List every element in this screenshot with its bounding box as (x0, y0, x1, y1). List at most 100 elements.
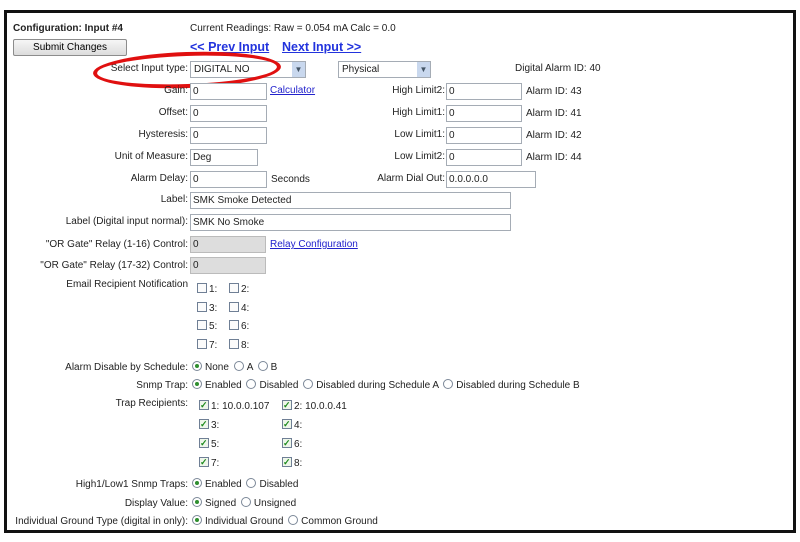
alarm-id-43: Alarm ID: 43 (526, 86, 582, 97)
source-select[interactable]: Physical ▼ (338, 61, 431, 78)
email-checkbox-5[interactable]: 5: (197, 320, 217, 334)
checkbox[interactable] (197, 320, 207, 330)
or-gate-1-16-input[interactable]: 0 (190, 236, 266, 253)
radio-disabled-schedule-b[interactable] (443, 379, 454, 389)
trap-checkbox-2[interactable]: 2: 10.0.0.41 (282, 398, 347, 414)
radio-label: Disabled (259, 380, 299, 391)
email-checkbox-6[interactable]: 6: (229, 320, 249, 334)
checkbox[interactable] (229, 302, 239, 312)
trap-checkbox-8[interactable]: 8: (282, 455, 303, 471)
radio-unsigned[interactable] (240, 497, 251, 507)
checkbox[interactable] (282, 436, 292, 450)
display-value-label: Display Value: (124, 498, 188, 509)
low-limit1-input[interactable]: 0 (446, 127, 522, 144)
email-checkbox-8[interactable]: 8: (229, 339, 249, 353)
radio-signed[interactable] (192, 497, 202, 507)
gain-label: Gain: (164, 85, 188, 96)
alarm-delay-input[interactable]: 0 (190, 171, 267, 188)
page-title: Configuration: Input #4 (13, 23, 123, 34)
input-type-select[interactable]: DIGITAL NO ▼ (190, 61, 306, 78)
next-input-link[interactable]: Next Input >> (282, 40, 361, 54)
radio-label: None (205, 362, 229, 373)
checkbox-label: 1: 10.0.0.107 (211, 401, 270, 412)
checkbox[interactable] (199, 417, 209, 431)
prev-input-link[interactable]: << Prev Input (190, 40, 269, 54)
checkbox[interactable] (199, 436, 209, 450)
trap-recipients-label: Trap Recipients: (115, 398, 188, 409)
trap-checkbox-5[interactable]: 5: (199, 436, 219, 452)
gain-input[interactable]: 0 (190, 83, 267, 100)
hysteresis-label: Hysteresis: (138, 129, 188, 140)
checkbox[interactable] (282, 417, 292, 431)
checkbox[interactable] (197, 339, 207, 349)
ground-type-radios: Individual Ground Common Ground (190, 515, 378, 529)
trap-checkbox-1[interactable]: 1: 10.0.0.107 (199, 398, 270, 414)
email-checkbox-4[interactable]: 4: (229, 302, 249, 316)
alarm-id-44: Alarm ID: 44 (526, 152, 582, 163)
offset-input[interactable]: 0 (190, 105, 267, 122)
checkbox-label: 5: (209, 321, 218, 332)
low-limit2-input[interactable]: 0 (446, 149, 522, 166)
checkbox-label: 4: (294, 420, 303, 431)
offset-label: Offset: (158, 107, 188, 118)
chevron-down-icon: ▼ (417, 62, 430, 77)
radio-disabled-schedule-a[interactable] (303, 379, 314, 389)
email-checkbox-1[interactable]: 1: (197, 283, 217, 297)
checkbox[interactable] (197, 283, 207, 293)
label-normal-input[interactable]: SMK No Smoke (190, 214, 511, 231)
alarm-disable-schedule-radios: None A B (190, 361, 277, 375)
calculator-link[interactable]: Calculator (270, 84, 315, 98)
checkbox[interactable] (199, 398, 209, 412)
high1-low1-traps-label: High1/Low1 Snmp Traps: (75, 479, 188, 490)
checkbox-label: 6: (241, 321, 250, 332)
alarm-delay-label: Alarm Delay: (130, 173, 188, 184)
checkbox[interactable] (282, 398, 292, 412)
submit-changes-button[interactable]: Submit Changes (13, 39, 127, 56)
snmp-trap-label: Snmp Trap: (136, 380, 188, 391)
radio-label: A (246, 362, 253, 373)
radio-disabled[interactable] (246, 478, 257, 488)
radio-enabled[interactable] (192, 478, 202, 488)
high-limit2-input[interactable]: 0 (446, 83, 522, 100)
checkbox[interactable] (199, 455, 209, 469)
alarm-id-41: Alarm ID: 41 (526, 108, 582, 119)
unit-input[interactable]: Deg (190, 149, 258, 166)
radio-label: Enabled (205, 380, 242, 391)
checkbox[interactable] (282, 455, 292, 469)
display-value-radios: Signed Unsigned (190, 497, 296, 511)
hysteresis-input[interactable]: 0 (190, 127, 267, 144)
alarm-disable-schedule-label: Alarm Disable by Schedule: (65, 362, 188, 373)
unit-label: Unit of Measure: (114, 151, 188, 162)
high-limit1-input[interactable]: 0 (446, 105, 522, 122)
checkbox[interactable] (229, 283, 239, 293)
email-recipient-label: Email Recipient Notification (66, 279, 188, 290)
radio-individual-ground[interactable] (192, 515, 202, 525)
checkbox-label: 8: (294, 458, 303, 469)
email-checkbox-7[interactable]: 7: (197, 339, 217, 353)
alarm-dial-out-input[interactable]: 0.0.0.0.0 (446, 171, 536, 188)
checkbox[interactable] (197, 302, 207, 312)
checkbox[interactable] (229, 339, 239, 349)
or-gate-17-32-label: "OR Gate" Relay (17-32) Control: (40, 260, 188, 271)
checkbox-label: 2: 10.0.0.41 (294, 401, 347, 412)
high-limit1-label: High Limit1: (392, 107, 445, 118)
trap-checkbox-7[interactable]: 7: (199, 455, 219, 471)
trap-checkbox-4[interactable]: 4: (282, 417, 303, 433)
radio-none[interactable] (192, 361, 202, 371)
trap-checkbox-3[interactable]: 3: (199, 417, 219, 433)
checkbox[interactable] (229, 320, 239, 330)
radio-a[interactable] (233, 361, 244, 371)
radio-common-ground[interactable] (288, 515, 299, 525)
trap-checkbox-6[interactable]: 6: (282, 436, 302, 452)
radio-enabled[interactable] (192, 379, 202, 389)
label-input[interactable]: SMK Smoke Detected (190, 192, 511, 209)
or-gate-17-32-input[interactable]: 0 (190, 257, 266, 274)
radio-label: Unsigned (253, 498, 297, 509)
email-checkbox-3[interactable]: 3: (197, 302, 217, 316)
radio-b[interactable] (257, 361, 268, 371)
radio-disabled[interactable] (246, 379, 257, 389)
email-checkbox-2[interactable]: 2: (229, 283, 249, 297)
seconds-label: Seconds (271, 174, 310, 185)
relay-configuration-link[interactable]: Relay Configuration (270, 238, 358, 252)
low-limit1-label: Low Limit1: (394, 129, 445, 140)
